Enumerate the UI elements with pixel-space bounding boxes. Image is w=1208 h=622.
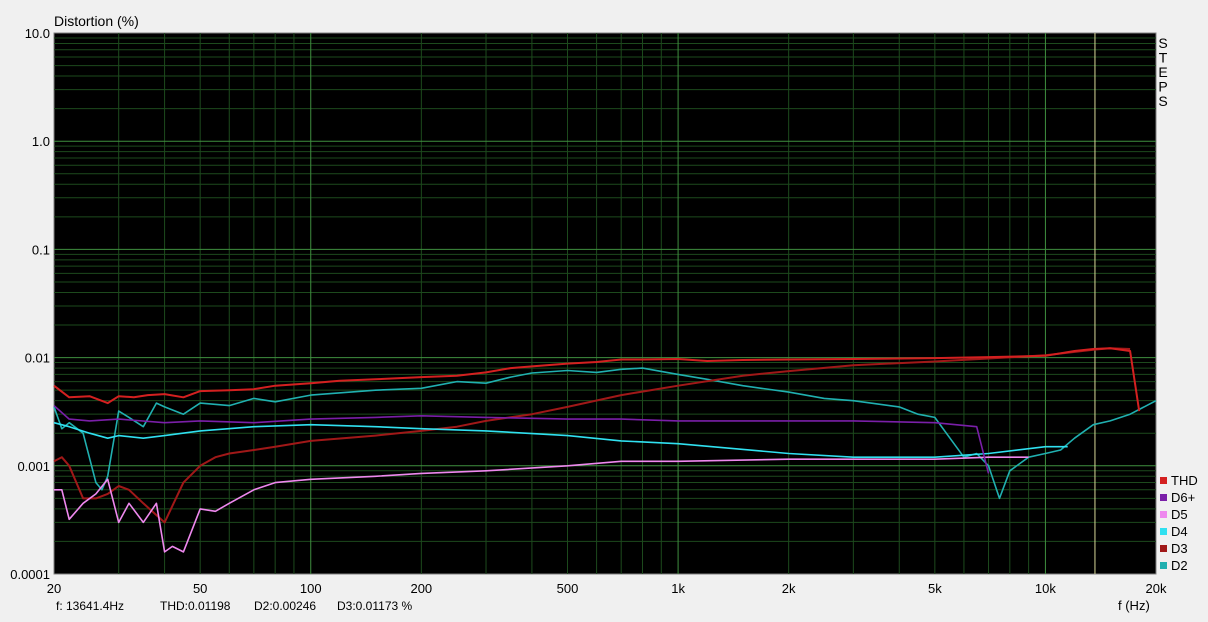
- x-tick-label: 500: [557, 581, 579, 596]
- y-tick-label: 0.001: [17, 459, 50, 474]
- x-tick-labels: 20 50 100 200 500 1k 2k 5k 10k 20k: [47, 581, 1167, 596]
- y-tick-label: 0.01: [25, 351, 50, 366]
- x-tick-label: 5k: [928, 581, 942, 596]
- legend-label[interactable]: D5: [1171, 507, 1188, 522]
- x-tick-label: 20: [47, 581, 61, 596]
- y-tick-label: 0.0001: [10, 567, 50, 582]
- legend-swatch: [1160, 511, 1167, 518]
- legend-swatch: [1160, 494, 1167, 501]
- legend: THD D6+ D5 D4 D3 D2: [1160, 473, 1198, 573]
- status-frequency: f: 13641.4Hz: [56, 599, 124, 613]
- y-axis-title: Distortion (%): [54, 13, 139, 29]
- x-tick-label: 2k: [782, 581, 796, 596]
- x-tick-label: 20k: [1146, 581, 1167, 596]
- status-d3: D3:0.01173 %: [337, 599, 412, 613]
- legend-swatch: [1160, 477, 1167, 484]
- legend-label[interactable]: D6+: [1171, 490, 1195, 505]
- x-tick-label: 100: [300, 581, 322, 596]
- x-tick-label: 50: [193, 581, 207, 596]
- y-tick-label: 1.0: [32, 134, 50, 149]
- y-tick-label: 10.0: [25, 26, 50, 41]
- legend-label[interactable]: THD: [1171, 473, 1198, 488]
- legend-swatch: [1160, 545, 1167, 552]
- distortion-chart: Distortion (%) 10.0 1.0 0.1 0.01 0.001 0.0001…: [10, 13, 1198, 613]
- y-tick-label: 0.1: [32, 242, 50, 257]
- legend-label[interactable]: D2: [1171, 558, 1188, 573]
- x-tick-label: 200: [410, 581, 432, 596]
- status-thd: THD:0.01198: [160, 599, 231, 613]
- legend-label[interactable]: D3: [1171, 541, 1188, 556]
- legend-swatch: [1160, 528, 1167, 535]
- legend-label[interactable]: D4: [1171, 524, 1188, 539]
- steps-label: STEPS: [1158, 35, 1167, 109]
- steps-letter: S: [1158, 93, 1167, 109]
- x-tick-label: 1k: [671, 581, 685, 596]
- x-tick-label: 10k: [1035, 581, 1056, 596]
- status-d2: D2:0.00246: [254, 599, 316, 613]
- plot-area: [53, 32, 1157, 575]
- legend-swatch: [1160, 562, 1167, 569]
- y-tick-labels: 10.0 1.0 0.1 0.01 0.001 0.0001: [10, 26, 50, 582]
- x-axis-title: f (Hz): [1118, 598, 1150, 613]
